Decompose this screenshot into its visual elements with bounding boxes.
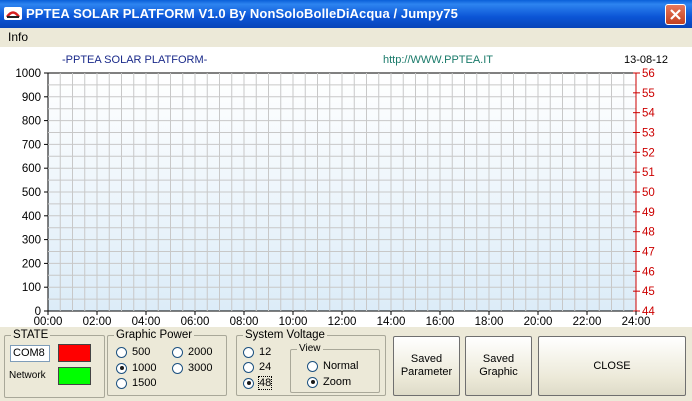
- x-tick-label: 06:00: [181, 316, 210, 327]
- grid-lines: [48, 73, 636, 311]
- radio-selected-icon: [243, 377, 254, 389]
- y-right-tick-label: 45: [642, 286, 655, 298]
- y-right-tick-label: 47: [642, 247, 655, 259]
- radio-icon: [172, 362, 183, 374]
- right-axis: 56555453525150494847464544: [633, 68, 655, 318]
- power-voltage-chart: 10009008007006005004003002001000 5655545…: [15, 68, 655, 327]
- x-tick-label: 00:00: [34, 316, 63, 327]
- y-right-tick-label: 55: [642, 88, 655, 100]
- close-icon: [670, 9, 681, 20]
- y-right-tick-label: 52: [642, 147, 655, 159]
- left-axis: 10009008007006005004003002001000: [15, 68, 48, 318]
- power-option-1500[interactable]: 1500: [116, 377, 156, 389]
- power-option-2000[interactable]: 2000: [172, 346, 212, 358]
- y-right-tick-label: 56: [642, 68, 655, 80]
- x-tick-label: 22:00: [573, 316, 602, 327]
- saved-graphic-button[interactable]: Saved Graphic: [465, 336, 532, 396]
- y-left-tick-label: 500: [22, 187, 41, 199]
- radio-selected-icon: [116, 362, 127, 374]
- radio-icon: [307, 360, 318, 372]
- y-left-tick-label: 600: [22, 163, 41, 175]
- y-left-tick-label: 1000: [15, 68, 41, 80]
- radio-selected-icon: [307, 376, 318, 388]
- system-voltage-title: System Voltage: [243, 329, 327, 341]
- y-right-tick-label: 49: [642, 207, 655, 219]
- y-left-tick-label: 400: [22, 211, 41, 223]
- power-option-1000[interactable]: 1000: [116, 362, 156, 374]
- graphic-power-title: Graphic Power: [114, 329, 195, 341]
- x-tick-label: 20:00: [524, 316, 553, 327]
- view-option-normal[interactable]: Normal: [307, 360, 358, 372]
- close-button[interactable]: CLOSE: [538, 336, 686, 396]
- y-left-tick-label: 700: [22, 139, 41, 151]
- x-tick-label: 08:00: [230, 316, 259, 327]
- title-bar: PPTEA SOLAR PLATFORM V1.0 By NonSoloBoll…: [0, 0, 692, 28]
- y-left-tick-label: 800: [22, 116, 41, 128]
- network-label: Network: [9, 370, 46, 381]
- voltage-option-48[interactable]: 48: [243, 376, 273, 390]
- power-option-500[interactable]: 500: [116, 346, 150, 358]
- view-group-title: View: [297, 343, 323, 355]
- y-right-tick-label: 46: [642, 266, 655, 278]
- state-group-title: STATE: [11, 329, 51, 341]
- saved-parameter-button[interactable]: Saved Parameter: [393, 336, 460, 396]
- radio-icon: [243, 361, 254, 373]
- y-right-tick-label: 51: [642, 167, 655, 179]
- x-tick-label: 02:00: [83, 316, 112, 327]
- window-title: PPTEA SOLAR PLATFORM V1.0 By NonSoloBoll…: [26, 6, 458, 21]
- network-status-led: [58, 367, 91, 385]
- y-right-tick-label: 50: [642, 187, 655, 199]
- view-option-zoom[interactable]: Zoom: [307, 376, 351, 388]
- x-tick-label: 24:00: [622, 316, 651, 327]
- com-port-field[interactable]: COM8: [10, 345, 50, 362]
- y-left-tick-label: 200: [22, 258, 41, 270]
- x-tick-label: 10:00: [279, 316, 308, 327]
- y-left-tick-label: 900: [22, 92, 41, 104]
- radio-icon: [172, 346, 183, 358]
- y-right-tick-label: 54: [642, 108, 655, 120]
- x-tick-label: 12:00: [328, 316, 357, 327]
- y-left-tick-label: 100: [22, 282, 41, 294]
- x-tick-label: 14:00: [377, 316, 406, 327]
- radio-icon: [116, 346, 127, 358]
- port-status-led: [58, 344, 91, 362]
- x-tick-label: 04:00: [132, 316, 161, 327]
- voltage-option-12[interactable]: 12: [243, 346, 271, 358]
- y-left-tick-label: 300: [22, 235, 41, 247]
- power-option-3000[interactable]: 3000: [172, 362, 212, 374]
- radio-icon: [243, 346, 254, 358]
- menu-bar: Info: [0, 28, 692, 46]
- radio-icon: [116, 377, 127, 389]
- menu-item-info[interactable]: Info: [8, 30, 28, 44]
- x-tick-label: 16:00: [426, 316, 455, 327]
- voltage-option-24[interactable]: 24: [243, 361, 271, 373]
- y-right-tick-label: 53: [642, 128, 655, 140]
- y-right-tick-label: 48: [642, 227, 655, 239]
- x-tick-label: 18:00: [475, 316, 504, 327]
- app-logo-icon: [4, 7, 22, 20]
- window-close-button[interactable]: [665, 4, 686, 25]
- x-axis: 00:00 02:00 04:00 06:00 08:00 10:00 12:00 14:00…: [34, 311, 651, 327]
